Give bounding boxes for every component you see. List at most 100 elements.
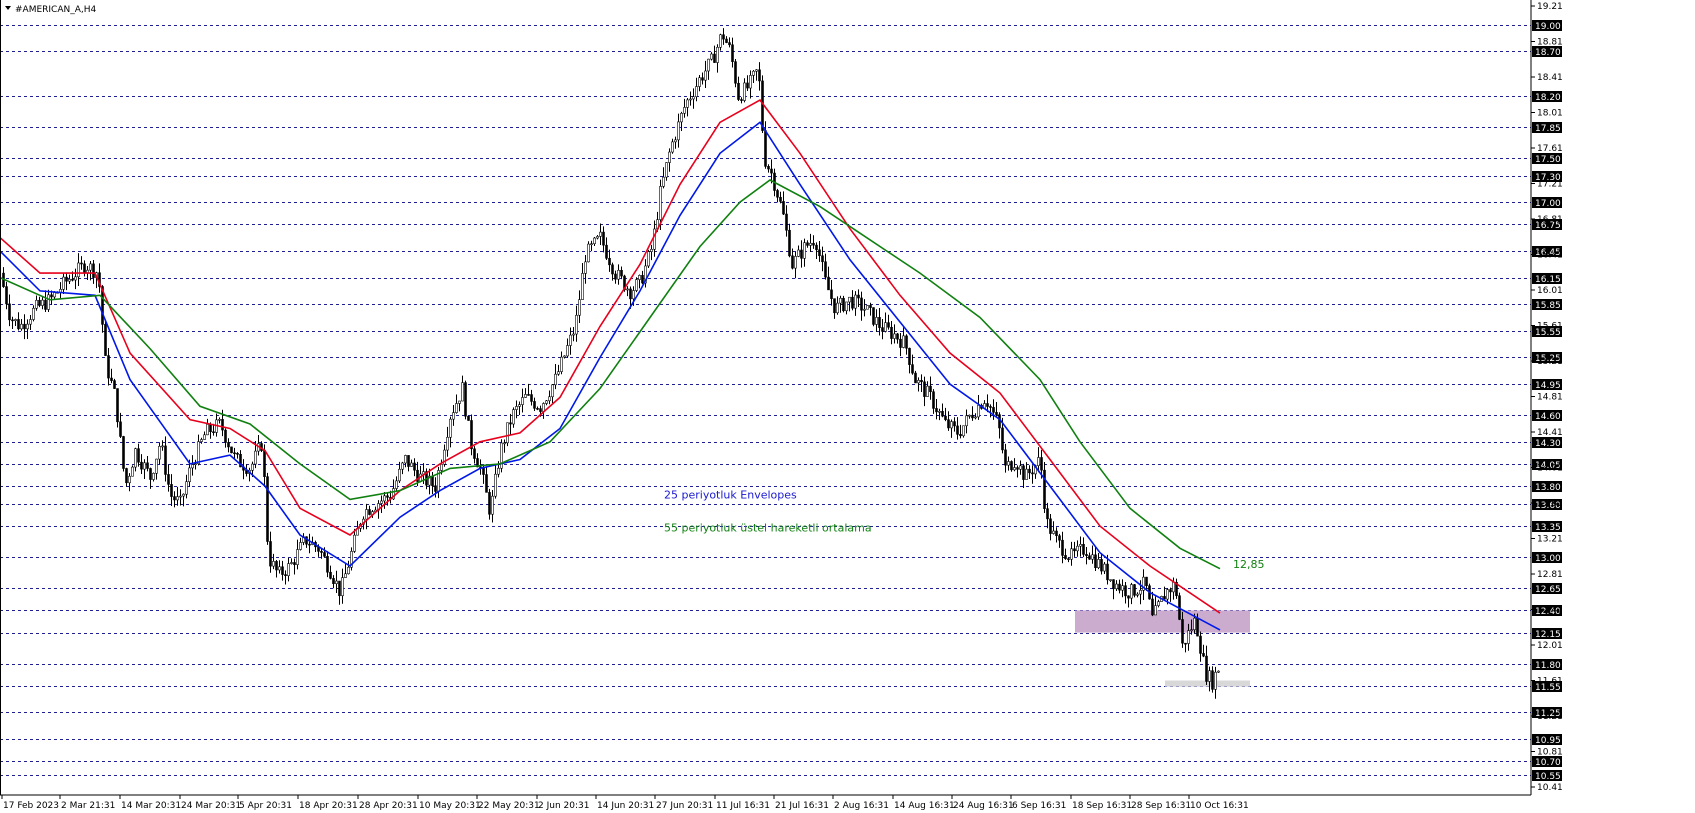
candle-body [836,302,839,314]
candle-body [401,462,404,470]
candle-body [497,467,500,475]
price-tick-label: 11.21 [1537,712,1563,722]
candle-body [512,409,515,425]
candle-body [131,466,134,477]
candle-body [878,317,881,328]
candle-body [776,190,779,198]
candle-body [365,509,368,520]
candle-body [1025,468,1028,480]
price-tick-label: 12.81 [1537,570,1563,580]
level-label: 15.85 [1535,301,1561,311]
candle-body [746,82,749,89]
candle-body [833,298,836,314]
price-tick-label: 19.21 [1537,2,1563,12]
candle-body [83,263,86,274]
chart-annotation: 25 periyotluk Envelopes [664,489,797,502]
candle-body [506,422,509,444]
candle-body [137,448,140,463]
candle-body [536,408,539,410]
price-tick-label: 10.41 [1537,783,1563,793]
price-tick-label: 17.61 [1537,144,1563,154]
candle-body [647,251,650,267]
candle-body [668,151,671,163]
candle-body [626,288,629,291]
candle-body [80,262,83,265]
candle-body [683,107,686,114]
candle-body [44,299,47,310]
candle-body [551,384,554,398]
price-chart[interactable]: 25 periyotluk Envelopes 55 periyotluk üst… [0,0,1695,813]
candle-body [464,382,467,417]
candle-body [941,410,944,417]
price-tick-label: 18.41 [1537,73,1563,83]
candle-body [860,297,863,311]
candle-body [908,347,911,365]
candle-body [470,420,473,450]
candle-body [491,495,494,515]
level-label: 10.70 [1535,758,1561,768]
candle-body [923,381,926,397]
level-label: 14.30 [1535,439,1561,449]
candle-body [404,455,407,464]
candle-body [719,34,722,48]
candle-body [323,552,326,557]
candle-body [134,448,137,468]
candle-body [1079,543,1082,547]
time-tick-label: 28 Apr 20:31 [359,801,418,811]
candle-body [599,231,602,237]
time-tick-label: 14 Aug 16:31 [894,801,955,811]
candle-body [545,400,548,404]
candle-body [806,242,809,246]
candle-body [1145,576,1148,587]
candle-body [473,448,476,459]
price-tick-label: 14.41 [1537,428,1563,438]
price-tick-label: 12.01 [1537,641,1563,651]
candle-body [461,382,464,402]
candle-body [752,70,755,76]
candle-body [1004,449,1007,466]
candle-body [119,421,122,437]
price-tick-label: 15.61 [1537,322,1563,332]
time-tick-label: 18 Apr 20:31 [299,801,358,811]
price-tick-label: 11.61 [1537,677,1563,687]
candle-body [110,377,113,381]
candle-body [614,273,617,280]
candle-body [734,61,737,84]
candle-body [947,419,950,429]
candle-body [395,480,398,489]
candle-body [503,442,506,445]
candle-body [488,492,491,515]
candle-body [785,213,788,231]
time-tick-label: 6 Sep 16:31 [1012,801,1066,811]
candle-body [587,243,590,263]
candle-body [743,82,746,101]
candle-body [173,496,176,501]
candle-body [995,412,998,415]
candle-body [869,305,872,308]
time-tick-label: 17 Feb 2023 [3,801,59,811]
candle-body [224,429,227,443]
chart-annotation: 12,85 [1233,558,1265,571]
candle-body [1163,596,1166,600]
candle-body [1070,548,1073,560]
candle-body [725,38,728,43]
candle-body [758,69,761,82]
candle-body [143,462,146,470]
price-tick-label: 18.01 [1537,109,1563,119]
time-tick-label: 5 Apr 20:31 [239,801,292,811]
candle-body [1010,461,1013,471]
candle-body [779,196,782,202]
candle-body [308,543,311,546]
candle-body [1127,595,1130,599]
candle-body [47,294,50,310]
candle-body [770,168,773,174]
candle-body [26,323,29,330]
support-zone [1075,610,1250,633]
candle-body [914,372,917,384]
candle-body [35,299,38,309]
level-label: 12.15 [1535,630,1561,640]
time-tick-label: 28 Sep 16:31 [1131,801,1191,811]
candle-body [977,405,980,418]
candle-body [1118,583,1121,591]
candle-body [329,571,332,579]
